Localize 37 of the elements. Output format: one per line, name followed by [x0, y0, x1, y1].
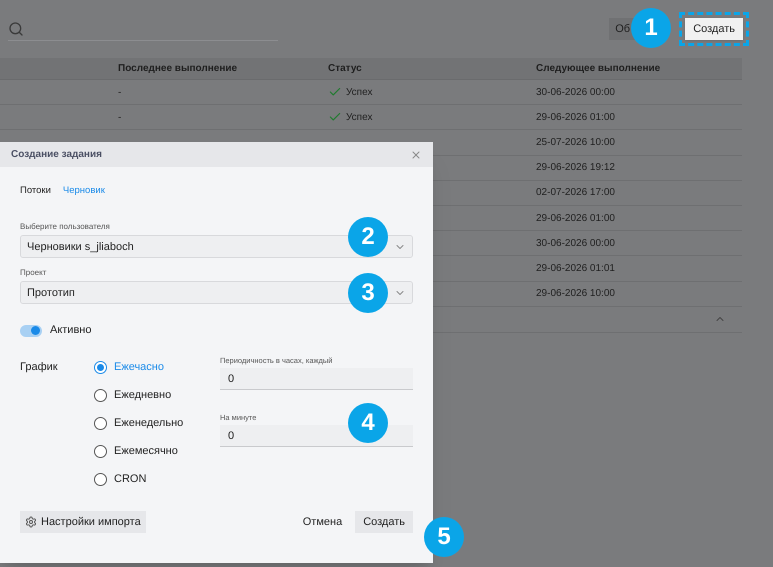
table-cell-text: 29-06-2026 01:01	[536, 262, 616, 276]
column-header: Следующее выполнение	[536, 62, 662, 76]
radio-option[interactable]: Ежедневно	[94, 386, 220, 404]
search-icon	[8, 20, 24, 36]
field-label: Проект	[20, 267, 48, 280]
table-cell: -	[118, 112, 122, 123]
radio-option[interactable]: CRON	[94, 470, 220, 488]
dialog-title: Создание задания	[11, 148, 102, 162]
table-cell-text: 29-06-2026 10:00	[536, 287, 616, 302]
cancel-button[interactable]: Отмена	[302, 514, 342, 530]
table-cell: -	[118, 86, 122, 98]
table-cell-text: 29-06-2026 19:12	[536, 161, 616, 176]
input-field[interactable]: 0	[220, 368, 413, 390]
table-cell-text: 29-06-2026 01:00	[536, 212, 616, 226]
column-header: Последнее выполнение	[118, 62, 238, 76]
import-settings-button[interactable]: Настройки импорта	[20, 510, 146, 533]
step-number-tooltip: 1	[631, 8, 671, 48]
toggle-label: Активно	[50, 323, 92, 338]
table-cell-text: 25-07-2026 10:00	[536, 136, 616, 150]
column-header: Статус	[328, 62, 363, 76]
radio-option[interactable]: Ежемесячно	[94, 442, 220, 460]
status-text: Успех	[346, 86, 372, 100]
table-cell-text: 30-06-2026 00:00	[536, 86, 616, 100]
gear-icon	[25, 516, 37, 528]
table-cell-text: 30-06-2026 00:00	[536, 236, 616, 251]
create-button[interactable]: Создать	[355, 510, 413, 533]
tab[interactable]: Потоки	[20, 184, 51, 198]
step-number-tooltip: 5	[424, 517, 464, 557]
radio-option[interactable]: Еженедельно	[94, 414, 220, 432]
toggle-switch[interactable]	[20, 324, 42, 336]
field-label: Выберите пользователя	[20, 221, 111, 234]
status-text: Успех	[346, 110, 372, 125]
toolbar-button[interactable]: Создать	[685, 18, 743, 40]
table-cell-text: 29-06-2026 01:00	[536, 110, 616, 125]
schedule-label: График	[20, 360, 59, 375]
close-icon[interactable]	[410, 148, 422, 160]
table-cell-text: 02-07-2026 17:00	[536, 186, 616, 200]
